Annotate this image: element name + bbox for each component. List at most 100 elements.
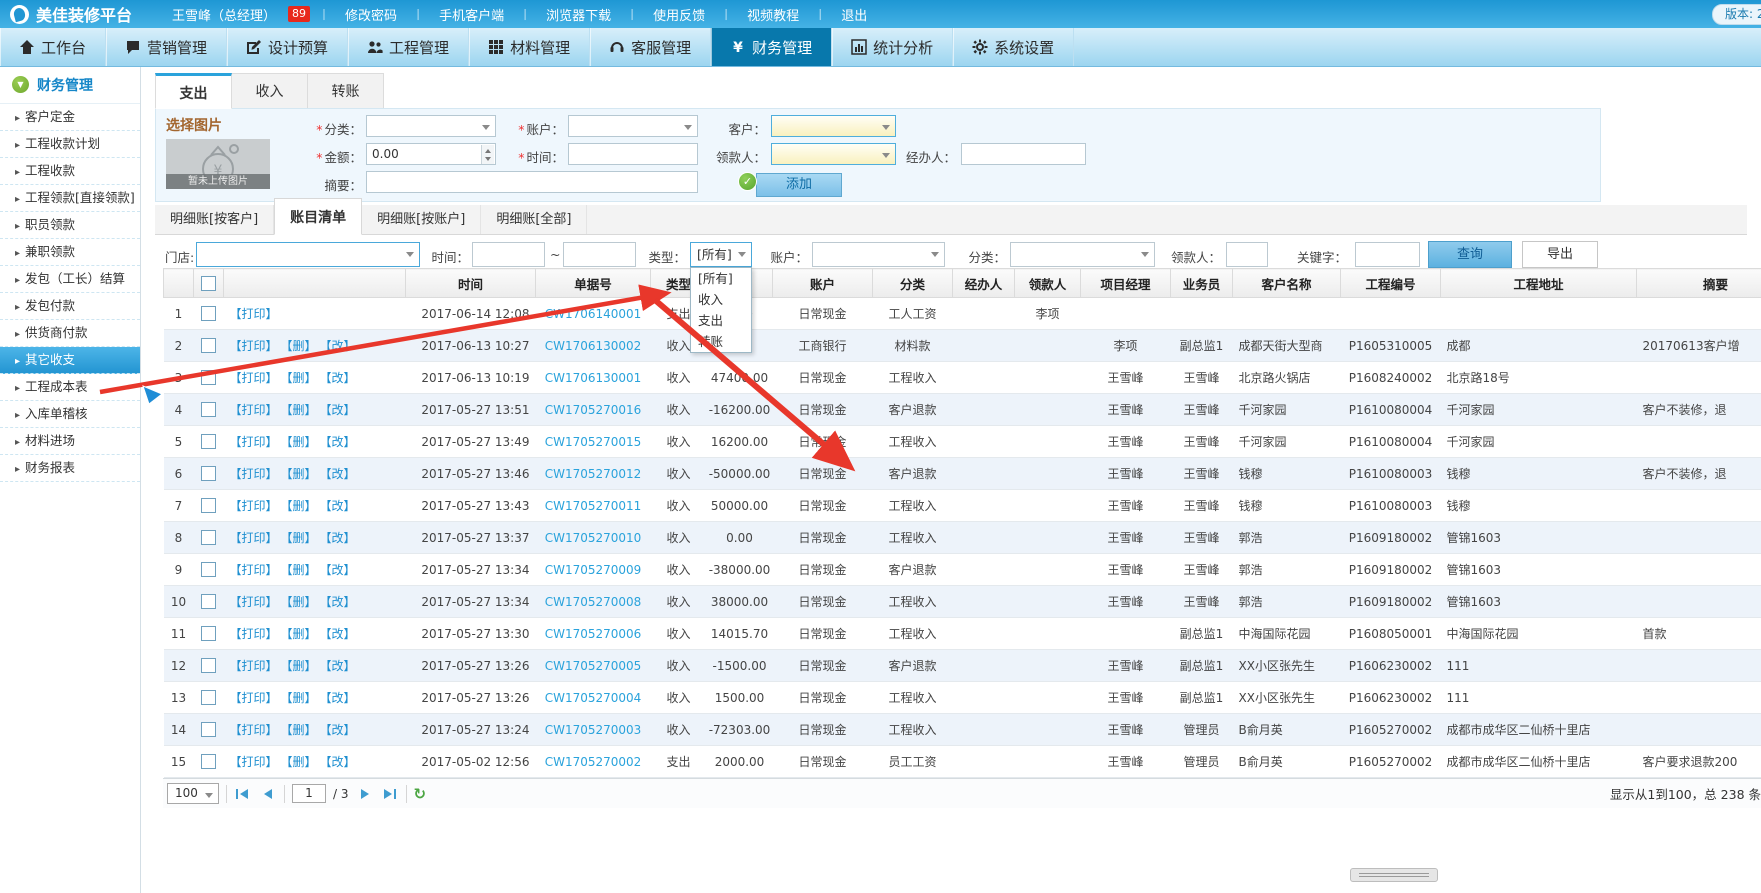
row-action-1[interactable]: 【删】 xyxy=(287,339,317,353)
sidebar-item-6[interactable]: ▸发包（工长）结算 xyxy=(0,266,140,293)
row-action-1[interactable]: 【删】 xyxy=(287,659,317,673)
category-filter-select[interactable] xyxy=(1010,242,1155,267)
row-action-0[interactable]: 【打印】 xyxy=(230,403,278,417)
subtab-3[interactable]: 明细账[全部] xyxy=(481,205,587,234)
row-action-1[interactable]: 【删】 xyxy=(287,691,317,705)
row-action-0[interactable]: 【打印】 xyxy=(230,563,278,577)
sidebar-item-13[interactable]: ▸财务报表 xyxy=(0,455,140,482)
row-action-0[interactable]: 【打印】 xyxy=(230,659,278,673)
subtab-2[interactable]: 明细账[按账户] xyxy=(362,205,481,234)
form-tab-expense[interactable]: 支出 xyxy=(155,73,232,109)
doc-number-link[interactable]: CW1705270004 xyxy=(545,691,642,705)
user-label[interactable]: 王雪峰（总经理） xyxy=(168,5,280,24)
sidebar-item-7[interactable]: ▸发包付款 xyxy=(0,293,140,320)
row-action-2[interactable]: 【改】 xyxy=(326,467,356,481)
next-page-button[interactable] xyxy=(356,785,374,803)
row-checkbox[interactable] xyxy=(201,306,216,321)
row-action-2[interactable]: 【改】 xyxy=(326,595,356,609)
row-action-0[interactable]: 【打印】 xyxy=(230,371,278,385)
page-input[interactable]: 1 xyxy=(292,784,326,803)
nav-tab-material[interactable]: 材料管理 xyxy=(469,28,590,66)
top-menu-item-4[interactable]: 视频教程 xyxy=(732,5,814,24)
type-dropdown-option-2[interactable]: 支出 xyxy=(691,310,751,331)
doc-number-link[interactable]: CW1705270006 xyxy=(545,627,642,641)
summary-input[interactable] xyxy=(366,171,698,193)
prev-page-button[interactable] xyxy=(259,785,277,803)
doc-number-link[interactable]: CW1706140001 xyxy=(545,307,642,321)
row-action-2[interactable]: 【改】 xyxy=(326,627,356,641)
row-action-2[interactable]: 【改】 xyxy=(326,371,356,385)
account-filter-select[interactable] xyxy=(812,242,945,267)
select-all-checkbox[interactable] xyxy=(201,276,216,291)
keyword-filter-input[interactable] xyxy=(1355,242,1420,267)
row-action-0[interactable]: 【打印】 xyxy=(230,691,278,705)
search-button[interactable]: 查询 xyxy=(1428,241,1512,268)
nav-tab-workbench[interactable]: 工作台 xyxy=(0,28,106,66)
row-action-2[interactable]: 【改】 xyxy=(326,531,356,545)
type-filter-select[interactable]: [所有] xyxy=(690,242,752,267)
type-dropdown-option-0[interactable]: [所有] xyxy=(691,268,751,289)
nav-tab-system[interactable]: 系统设置 xyxy=(953,28,1074,66)
row-action-0[interactable]: 【打印】 xyxy=(230,339,278,353)
row-action-1[interactable]: 【删】 xyxy=(287,531,317,545)
nav-tab-design[interactable]: 设计预算 xyxy=(227,28,348,66)
amount-input[interactable]: 0.00 xyxy=(366,143,496,165)
row-action-1[interactable]: 【删】 xyxy=(287,435,317,449)
row-checkbox[interactable] xyxy=(201,690,216,705)
row-action-1[interactable]: 【删】 xyxy=(287,627,317,641)
nav-tab-service[interactable]: 客服管理 xyxy=(590,28,711,66)
sidebar-header[interactable]: ▼ 财务管理 xyxy=(0,66,140,104)
row-action-2[interactable]: 【改】 xyxy=(326,339,356,353)
row-checkbox[interactable] xyxy=(201,722,216,737)
doc-number-link[interactable]: CW1705270008 xyxy=(545,595,642,609)
nav-tab-marketing[interactable]: 营销管理 xyxy=(106,28,227,66)
time-from-input[interactable] xyxy=(472,242,545,267)
customer-select[interactable] xyxy=(771,115,896,137)
row-action-1[interactable]: 【删】 xyxy=(287,723,317,737)
doc-number-link[interactable]: CW1705270005 xyxy=(545,659,642,673)
first-page-button[interactable] xyxy=(234,785,252,803)
row-action-0[interactable]: 【打印】 xyxy=(230,595,278,609)
row-action-2[interactable]: 【改】 xyxy=(326,755,356,769)
row-checkbox[interactable] xyxy=(201,754,216,769)
sidebar-item-2[interactable]: ▸工程收款 xyxy=(0,158,140,185)
top-menu-item-2[interactable]: 浏览器下载 xyxy=(531,5,626,24)
row-checkbox[interactable] xyxy=(201,338,216,353)
account-select[interactable] xyxy=(568,115,698,137)
row-action-2[interactable]: 【改】 xyxy=(326,563,356,577)
row-action-1[interactable]: 【删】 xyxy=(287,371,317,385)
doc-number-link[interactable]: CW1705270015 xyxy=(545,435,642,449)
payee-filter-input[interactable] xyxy=(1226,242,1268,267)
sidebar-item-9[interactable]: ▸其它收支 xyxy=(0,347,140,374)
row-checkbox[interactable] xyxy=(201,434,216,449)
choose-image-label[interactable]: 选择图片 xyxy=(166,115,222,135)
row-action-0[interactable]: 【打印】 xyxy=(230,307,278,321)
subtab-1[interactable]: 账目清单 xyxy=(274,198,362,235)
row-action-0[interactable]: 【打印】 xyxy=(230,531,278,545)
row-action-2[interactable]: 【改】 xyxy=(326,403,356,417)
add-button[interactable]: 添加 xyxy=(756,173,842,197)
operator-input[interactable] xyxy=(961,143,1086,165)
sidebar-item-11[interactable]: ▸入库单稽核 xyxy=(0,401,140,428)
notification-badge[interactable]: 89 xyxy=(288,6,310,22)
row-action-0[interactable]: 【打印】 xyxy=(230,467,278,481)
nav-tab-stats[interactable]: 统计分析 xyxy=(832,28,953,66)
form-tab-income[interactable]: 收入 xyxy=(231,73,308,109)
sidebar-item-8[interactable]: ▸供货商付款 xyxy=(0,320,140,347)
top-menu-item-0[interactable]: 修改密码 xyxy=(330,5,412,24)
type-dropdown-option-3[interactable]: 转账 xyxy=(691,331,751,352)
time-input[interactable] xyxy=(568,143,698,165)
nav-tab-finance[interactable]: ¥财务管理 xyxy=(711,28,832,66)
top-menu-item-3[interactable]: 使用反馈 xyxy=(638,5,720,24)
row-action-2[interactable]: 【改】 xyxy=(326,659,356,673)
row-action-0[interactable]: 【打印】 xyxy=(230,755,278,769)
row-checkbox[interactable] xyxy=(201,466,216,481)
row-action-1[interactable]: 【删】 xyxy=(287,595,317,609)
doc-number-link[interactable]: CW1705270002 xyxy=(545,755,642,769)
row-checkbox[interactable] xyxy=(201,370,216,385)
row-action-0[interactable]: 【打印】 xyxy=(230,723,278,737)
store-filter-select[interactable] xyxy=(196,242,420,267)
category-select[interactable] xyxy=(366,115,496,137)
row-action-0[interactable]: 【打印】 xyxy=(230,435,278,449)
sidebar-item-0[interactable]: ▸客户定金 xyxy=(0,104,140,131)
